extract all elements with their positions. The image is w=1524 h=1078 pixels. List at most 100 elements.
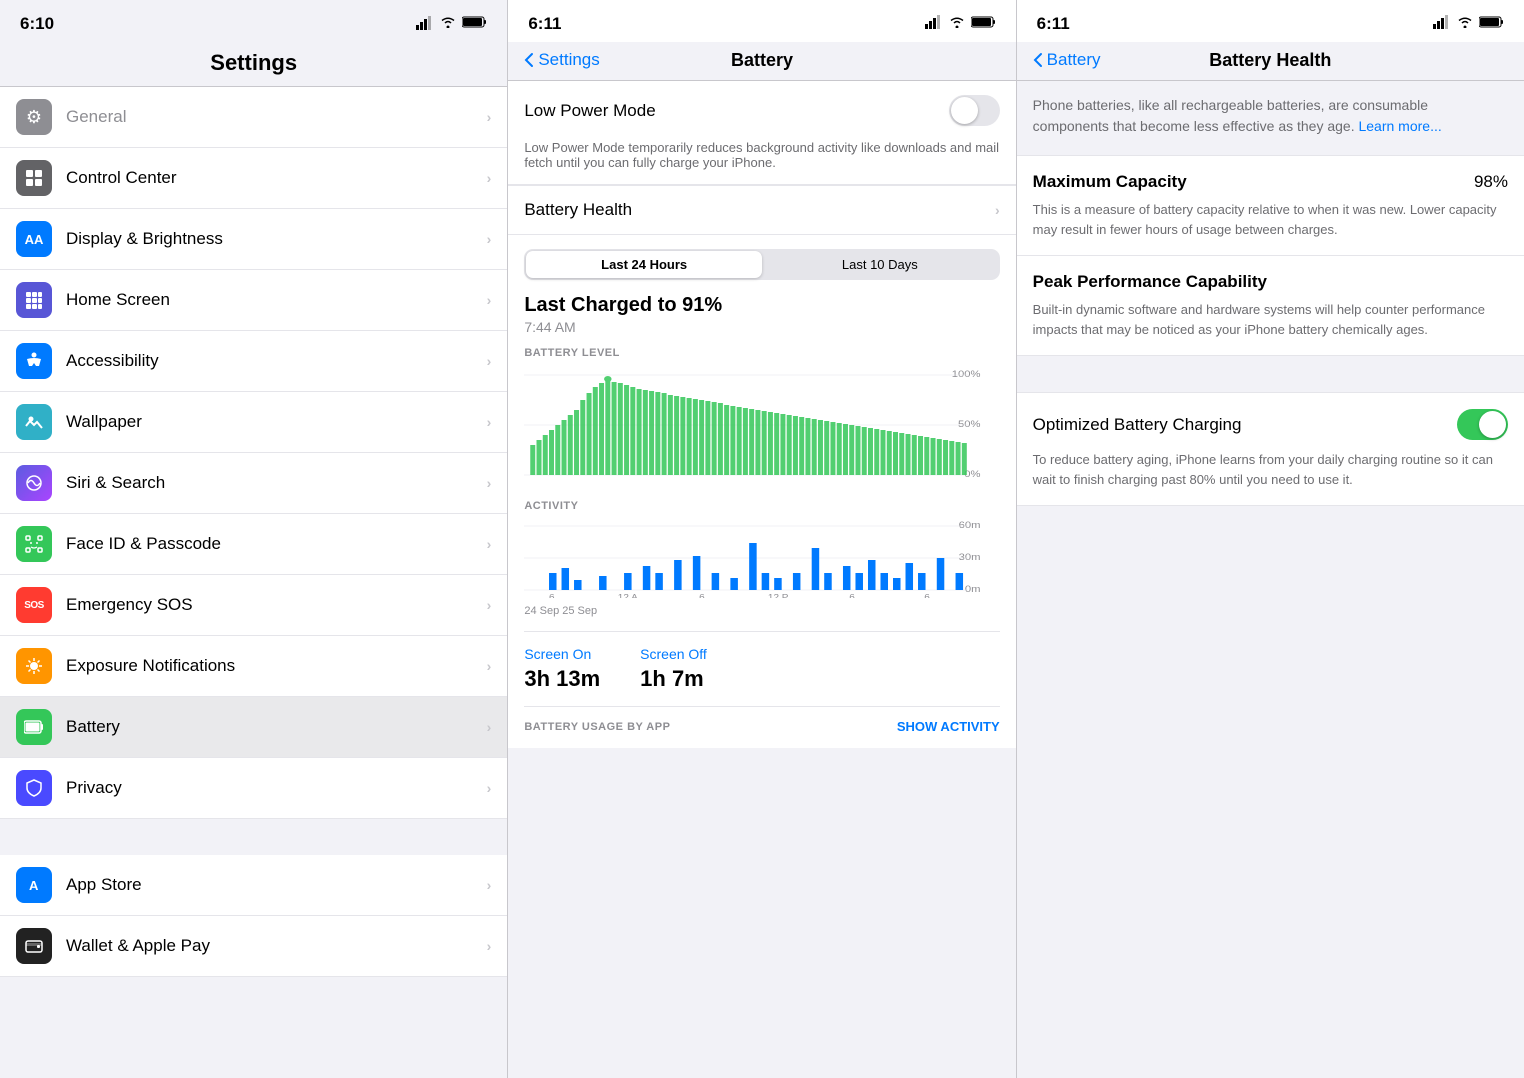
max-capacity-value: 98% (1474, 172, 1508, 192)
sos-label: Emergency SOS (66, 595, 487, 615)
battery-health-row-label: Battery Health (524, 200, 995, 220)
battery-usage-footer: BATTERY USAGE BY APP SHOW ACTIVITY (524, 706, 999, 734)
siri-chevron: › (487, 475, 492, 491)
learn-more-link[interactable]: Learn more... (1358, 118, 1441, 134)
faceid-icon (16, 526, 52, 562)
list-item-sos[interactable]: SOS Emergency SOS › (0, 575, 507, 636)
tab-24h[interactable]: Last 24 Hours (526, 251, 762, 278)
toggle-knob (951, 97, 978, 124)
battery-nav-title: Battery (731, 50, 793, 71)
max-capacity-title: Maximum Capacity (1033, 172, 1187, 192)
time-selector: Last 24 Hours Last 10 Days (524, 249, 999, 280)
health-back-label: Battery (1047, 50, 1101, 70)
list-item-home-screen[interactable]: Home Screen › (0, 270, 507, 331)
battery-level-label: BATTERY LEVEL (524, 347, 999, 359)
svg-text:A: A (29, 878, 39, 893)
optimized-desc: To reduce battery aging, iPhone learns f… (1033, 450, 1508, 489)
appstore-chevron: › (487, 877, 492, 893)
home-screen-icon (16, 282, 52, 318)
wallet-icon (16, 928, 52, 964)
list-item-wallpaper[interactable]: Wallpaper › (0, 392, 507, 453)
settings-panel: 6:10 Settings ⚙ General › Control Cent (0, 0, 508, 1078)
optimized-toggle[interactable] (1457, 409, 1508, 440)
max-capacity-desc: This is a measure of battery capacity re… (1033, 200, 1508, 239)
battery-back-button[interactable]: Settings (524, 50, 599, 70)
faceid-label: Face ID & Passcode (66, 534, 487, 554)
battery-icon-2 (971, 15, 996, 33)
list-item-control-center[interactable]: Control Center › (0, 148, 507, 209)
exposure-chevron: › (487, 658, 492, 674)
list-item-privacy[interactable]: Privacy › (0, 758, 507, 819)
general-chevron: › (487, 109, 492, 125)
max-capacity-row: Maximum Capacity 98% (1033, 172, 1508, 192)
list-item-general[interactable]: ⚙ General › (0, 87, 507, 148)
screen-on-value: 3h 13m (524, 666, 600, 692)
optimized-row: Optimized Battery Charging (1033, 409, 1508, 440)
list-item-wallet[interactable]: Wallet & Apple Pay › (0, 916, 507, 977)
screen-usage: Screen On 3h 13m Screen Off 1h 7m (524, 631, 999, 692)
svg-text:6: 6 (699, 593, 705, 598)
low-power-toggle[interactable] (949, 95, 1000, 126)
low-power-label: Low Power Mode (524, 101, 948, 121)
sos-icon: SOS (16, 587, 52, 623)
accessibility-label: Accessibility (66, 351, 487, 371)
date-range: 24 Sep 25 Sep (524, 605, 999, 617)
screen-off-label: Screen Off (640, 646, 707, 662)
appstore-icon: A (16, 867, 52, 903)
peak-performance-title: Peak Performance Capability (1033, 272, 1508, 292)
optimized-section: Optimized Battery Charging To reduce bat… (1017, 392, 1524, 506)
charge-time: 7:44 AM (524, 319, 999, 335)
sos-chevron: › (487, 597, 492, 613)
battery-settings-icon (16, 709, 52, 745)
general-label: General (66, 107, 487, 127)
svg-text:12 P: 12 P (768, 593, 789, 598)
screen-off-value: 1h 7m (640, 666, 707, 692)
health-back-button[interactable]: Battery (1033, 50, 1101, 70)
general-icon: ⚙ (16, 99, 52, 135)
control-center-icon (16, 160, 52, 196)
display-chevron: › (487, 231, 492, 247)
wifi-icon-2 (949, 15, 965, 33)
accessibility-icon (16, 343, 52, 379)
battery-icon-1 (462, 15, 487, 33)
wallet-chevron: › (487, 938, 492, 954)
status-time-2: 6:11 (528, 14, 561, 34)
optimized-toggle-knob (1479, 411, 1506, 438)
exposure-icon (16, 648, 52, 684)
svg-text:12 A: 12 A (618, 593, 639, 598)
list-item-battery[interactable]: Battery › (0, 697, 507, 758)
status-icons-3 (1433, 15, 1504, 34)
signal-icon-2 (925, 15, 943, 34)
control-center-chevron: › (487, 170, 492, 186)
tab-10d[interactable]: Last 10 Days (762, 251, 998, 278)
signal-icon-1 (416, 16, 434, 33)
svg-text:6: 6 (850, 593, 856, 598)
exposure-label: Exposure Notifications (66, 656, 487, 676)
list-item-faceid[interactable]: Face ID & Passcode › (0, 514, 507, 575)
peak-performance-section: Peak Performance Capability Built-in dyn… (1017, 256, 1524, 356)
wifi-icon-3 (1457, 15, 1473, 33)
list-item-appstore[interactable]: A App Store › (0, 855, 507, 916)
list-item-display[interactable]: AA Display & Brightness › (0, 209, 507, 270)
screen-on-item: Screen On 3h 13m (524, 646, 600, 692)
battery-usage-label: BATTERY USAGE BY APP (524, 721, 670, 733)
max-capacity-section: Maximum Capacity 98% This is a measure o… (1017, 155, 1524, 256)
chart-section: Last 24 Hours Last 10 Days Last Charged … (508, 234, 1015, 748)
list-item-accessibility[interactable]: Accessibility › (0, 331, 507, 392)
show-activity-btn[interactable]: SHOW ACTIVITY (897, 719, 1000, 734)
activity-chart: 60m 30m 0m (524, 518, 999, 598)
battery-health-content: Phone batteries, like all rechargeable b… (1017, 81, 1524, 1078)
low-power-section: Low Power Mode Low Power Mode temporaril… (508, 81, 1015, 185)
battery-chevron: › (487, 719, 492, 735)
list-item-exposure[interactable]: Exposure Notifications › (0, 636, 507, 697)
status-bar-1: 6:10 (0, 0, 507, 42)
status-icons-1 (416, 15, 487, 33)
battery-panel: 6:11 Settings Battery Low Power Mode (508, 0, 1016, 1078)
list-item-siri[interactable]: Siri & Search › (0, 453, 507, 514)
health-intro-section: Phone batteries, like all rechargeable b… (1017, 81, 1524, 155)
display-label: Display & Brightness (66, 229, 487, 249)
battery-icon-3 (1479, 15, 1504, 33)
battery-back-label: Settings (538, 50, 599, 70)
svg-text:6: 6 (925, 593, 931, 598)
battery-health-row[interactable]: Battery Health › (508, 185, 1015, 234)
